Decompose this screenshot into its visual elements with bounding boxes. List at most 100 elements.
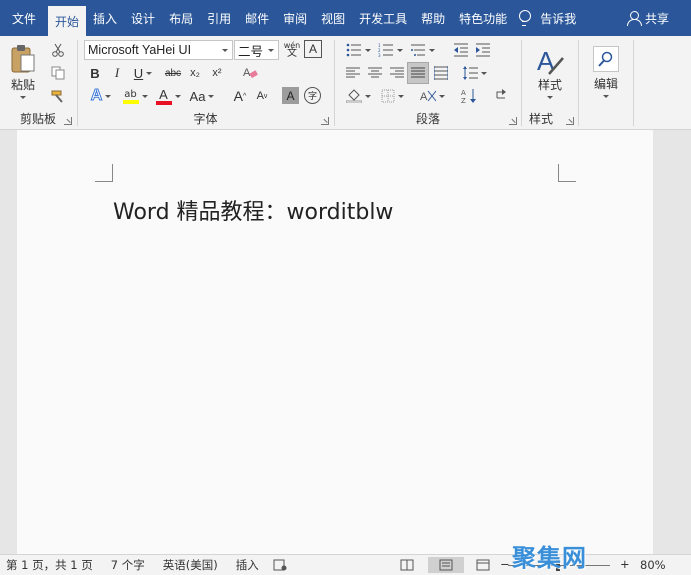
tab-layout[interactable]: 布局 [162, 0, 200, 36]
word-count[interactable]: 7 个字 [111, 557, 145, 573]
justify-button[interactable] [407, 62, 429, 84]
paste-button[interactable]: 粘贴 [6, 40, 40, 102]
tab-review[interactable]: 审阅 [276, 0, 314, 36]
character-shading-button[interactable]: A [282, 87, 299, 104]
chevron-down-icon [547, 95, 553, 99]
numbering-button[interactable]: 123 [375, 40, 405, 60]
subscript-button[interactable]: x₂ [186, 64, 204, 82]
font-launcher-icon[interactable] [321, 117, 329, 125]
clipboard-group: 粘贴 剪贴板 [0, 36, 76, 130]
tab-developer[interactable]: 开发工具 [352, 0, 414, 36]
font-name-combo[interactable]: Microsoft YaHei UI [84, 40, 233, 60]
web-layout-button[interactable] [474, 557, 492, 573]
insert-mode[interactable]: 插入 [236, 557, 259, 573]
language-status[interactable]: 英语(美国) [163, 557, 218, 573]
tab-insert[interactable]: 插入 [86, 0, 124, 36]
tab-view[interactable]: 视图 [314, 0, 352, 36]
editing-group: 编辑 [579, 36, 633, 130]
numbered-list-icon: 123 [378, 43, 393, 57]
styles-group: A 样式 样式 [522, 36, 578, 130]
pilcrow-icon [496, 89, 506, 99]
chevron-down-icon [438, 94, 445, 98]
increase-indent-button[interactable] [473, 40, 493, 60]
bullet-list-icon [346, 43, 361, 57]
read-mode-button[interactable] [398, 557, 416, 573]
tab-help[interactable]: 帮助 [414, 0, 452, 36]
tell-me-box[interactable]: 告诉我 [518, 10, 576, 27]
bold-icon: B [90, 65, 100, 81]
grow-font-button[interactable]: A ^ [230, 86, 250, 106]
justify-icon [411, 67, 425, 78]
clear-formatting-button[interactable]: A [240, 64, 260, 82]
multilevel-list-button[interactable] [407, 40, 437, 60]
margin-corner-top-right [558, 164, 576, 182]
editing-icon-box [593, 46, 619, 72]
highlight-button[interactable]: ab [120, 86, 150, 106]
document-text[interactable]: Word 精品教程：worditblw [113, 194, 393, 226]
ribbon-tab-bar: 文件 开始 插入 设计 布局 引用 邮件 审阅 视图 开发工具 帮助 特色功能 … [0, 0, 691, 36]
bold-button[interactable]: B [86, 64, 104, 82]
editing-button[interactable]: 编辑 [585, 40, 627, 104]
document-page[interactable]: Word 精品教程：worditblw [17, 130, 653, 554]
change-case-button[interactable]: Aa [186, 86, 218, 106]
tab-references[interactable]: 引用 [200, 0, 238, 36]
font-size-combo[interactable]: 二号 [234, 40, 279, 60]
line-spacing-button[interactable] [459, 63, 489, 83]
text-effects-button[interactable]: A [86, 86, 116, 106]
copy-button[interactable] [48, 63, 68, 83]
share-button[interactable]: 共享 [626, 0, 669, 36]
align-left-button[interactable] [343, 63, 363, 83]
asian-layout-button[interactable]: A [417, 86, 447, 106]
grow-font-icon: A [233, 88, 244, 104]
align-center-button[interactable] [365, 63, 385, 83]
sort-button[interactable]: AZ [459, 86, 479, 106]
styles-label: 样式 [537, 77, 562, 92]
tab-home[interactable]: 开始 [48, 6, 87, 36]
character-border-button[interactable]: A [304, 40, 322, 58]
styles-icon: A [537, 46, 564, 76]
styles-button[interactable]: A 样式 [530, 40, 570, 104]
vertical-scrollbar[interactable] [653, 130, 691, 554]
borders-button[interactable] [377, 86, 407, 106]
strikethrough-button[interactable]: abc [162, 64, 184, 82]
align-right-button[interactable] [387, 63, 407, 83]
zoom-level[interactable]: 80% [640, 558, 666, 572]
show-marks-button[interactable] [491, 86, 511, 106]
distributed-button[interactable] [431, 63, 451, 83]
paragraph-launcher-icon[interactable] [509, 117, 517, 125]
phonetic-guide-button[interactable]: wén 文 [282, 40, 302, 60]
superscript-button[interactable]: x² [208, 64, 226, 82]
shrink-font-button[interactable]: Av [252, 86, 272, 106]
underline-icon: U [133, 65, 144, 81]
italic-button[interactable]: I [108, 64, 126, 82]
chevron-down-icon [428, 48, 435, 52]
styles-launcher-icon[interactable] [566, 117, 574, 125]
strikethrough-icon: abc [164, 67, 182, 79]
underline-button[interactable]: U [130, 64, 156, 82]
zoom-in-button[interactable]: + [620, 557, 630, 571]
shading-button[interactable] [343, 86, 373, 106]
tab-special-features[interactable]: 特色功能 [452, 0, 514, 36]
page-count[interactable]: 第 1 页，共 1 页 [6, 557, 93, 573]
zoom-out-button[interactable]: − [500, 557, 510, 571]
cut-button[interactable] [48, 40, 68, 60]
tab-mailings[interactable]: 邮件 [238, 0, 276, 36]
change-case-icon: Aa [189, 88, 206, 104]
print-layout-button[interactable] [428, 557, 464, 573]
macro-record-icon[interactable] [273, 559, 287, 571]
watermark-logo: 聚集网 [512, 544, 587, 572]
font-color-button[interactable]: A [154, 86, 182, 106]
clipboard-launcher-icon[interactable] [64, 117, 72, 125]
tab-file[interactable]: 文件 [0, 0, 48, 36]
font-group-label: 字体 [193, 112, 218, 126]
enclose-characters-button[interactable]: 字 [304, 87, 321, 104]
decrease-indent-button[interactable] [451, 40, 471, 60]
bullets-button[interactable] [343, 40, 373, 60]
chevron-down-icon [146, 71, 153, 75]
chevron-down-icon [268, 49, 274, 52]
page-icon [439, 559, 453, 571]
format-painter-button[interactable] [48, 86, 68, 106]
paintbrush-icon [51, 90, 63, 103]
svg-text:A: A [461, 89, 466, 97]
tab-design[interactable]: 设计 [124, 0, 162, 36]
